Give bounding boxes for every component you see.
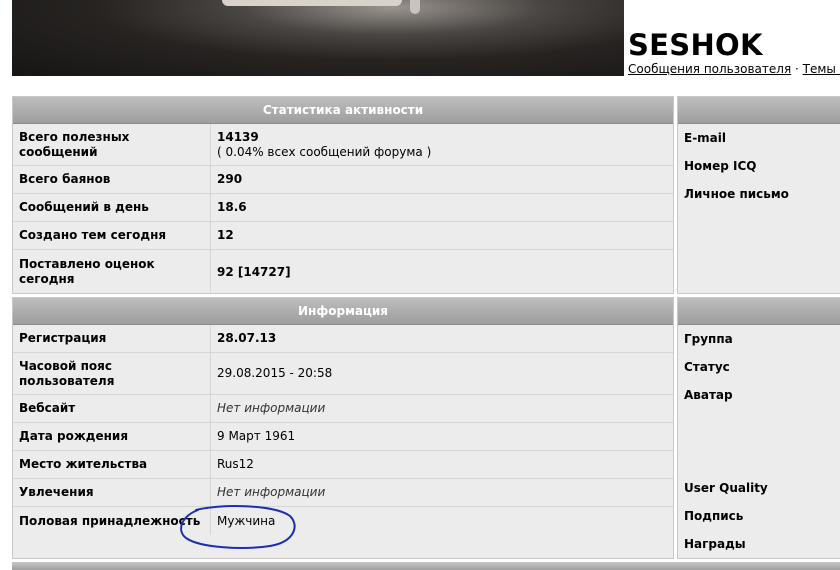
info-label: Дата рождения (13, 423, 211, 450)
profile-username: SESHOK (628, 28, 763, 62)
stats-value: 14139 ( 0.04% всех сообщений форума ) (211, 124, 673, 165)
detail-user-quality-label: User Quality (684, 481, 768, 495)
detail-group-label: Группа (684, 332, 733, 346)
profile-banner-image (12, 0, 624, 76)
links-separator: · (791, 62, 803, 76)
contact-email-label: E-mail (684, 131, 727, 145)
info-row-birthday: Дата рождения 9 Март 1961 (13, 423, 673, 451)
info-value: 29.08.2015 - 20:58 (217, 366, 333, 380)
stats-value-sub: ( 0.04% всех сообщений форума ) (217, 144, 432, 159)
detail-signature-label: Подпись (684, 509, 744, 523)
info-value: 28.07.13 (217, 331, 277, 345)
activity-stats-panel: Статистика активности Всего полезных соо… (12, 96, 674, 294)
information-panel: Информация Регистрация 28.07.13 Часовой … (12, 297, 674, 559)
stats-row-ratings-today: Поставлено оценок сегодня 92 [14727] (13, 250, 673, 294)
info-row-website: Вебсайт Нет информации (13, 395, 673, 423)
info-label: Часовой пояс пользователя (13, 353, 211, 394)
stats-label: Всего баянов (13, 166, 211, 193)
contact-icq-label: Номер ICQ (684, 159, 757, 173)
details-header (678, 298, 840, 325)
info-value: 9 Март 1961 (217, 429, 296, 443)
activity-stats-header: Статистика активности (13, 97, 673, 124)
info-row-location: Место жительства Rus12 (13, 451, 673, 479)
stats-row-topics-today: Создано тем сегодня 12 (13, 222, 673, 250)
info-value: Нет информации (217, 401, 326, 415)
info-label: Вебсайт (13, 395, 211, 422)
stats-row-useful-posts: Всего полезных сообщений 14139 ( 0.04% в… (13, 124, 673, 166)
stats-row-posts-per-day: Сообщений в день 18.6 (13, 194, 673, 222)
profile-links: Сообщения пользователя · Темы п (628, 62, 840, 76)
next-panel-header-strip (12, 562, 840, 570)
info-row-registration: Регистрация 28.07.13 (13, 325, 673, 353)
contacts-panel: E-mail Номер ICQ Личное письмо (677, 96, 840, 294)
stats-label: Сообщений в день (13, 194, 211, 221)
banner-highlight (222, 0, 402, 6)
info-label: Регистрация (13, 325, 211, 352)
info-row-interests: Увлечения Нет информации (13, 479, 673, 507)
stats-label: Поставлено оценок сегодня (13, 250, 211, 294)
info-row-gender: Половая принадлежность Мужчина (13, 507, 673, 535)
contact-pm-label[interactable]: Личное письмо (678, 180, 840, 208)
info-row-timezone: Часовой пояс пользователя 29.08.2015 - 2… (13, 353, 673, 395)
contacts-header (678, 97, 840, 124)
info-value: Rus12 (217, 457, 254, 471)
stats-value: 290 (217, 172, 243, 186)
stats-label: Всего полезных сообщений (13, 124, 211, 165)
user-topics-link[interactable]: Темы п (803, 62, 840, 76)
detail-avatar-space (678, 409, 840, 474)
stats-label: Создано тем сегодня (13, 222, 211, 249)
detail-status-label: Статус (684, 360, 730, 374)
stats-value: 12 (217, 228, 234, 242)
annotation-circle (180, 505, 296, 549)
user-posts-link[interactable]: Сообщения пользователя (628, 62, 791, 76)
details-panel: Группа Статус Аватар User Quality Подпис… (677, 297, 840, 559)
info-label: Место жительства (13, 451, 211, 478)
stats-value: 18.6 (217, 200, 247, 214)
information-header: Информация (13, 298, 673, 325)
stats-row-bayans: Всего баянов 290 (13, 166, 673, 194)
stats-value: 92 [14727] (217, 264, 291, 279)
detail-awards-label: Награды (684, 537, 746, 551)
banner-highlight-small (410, 0, 420, 14)
stats-value-main: 14139 (217, 129, 259, 144)
detail-avatar-label: Аватар (684, 388, 733, 402)
